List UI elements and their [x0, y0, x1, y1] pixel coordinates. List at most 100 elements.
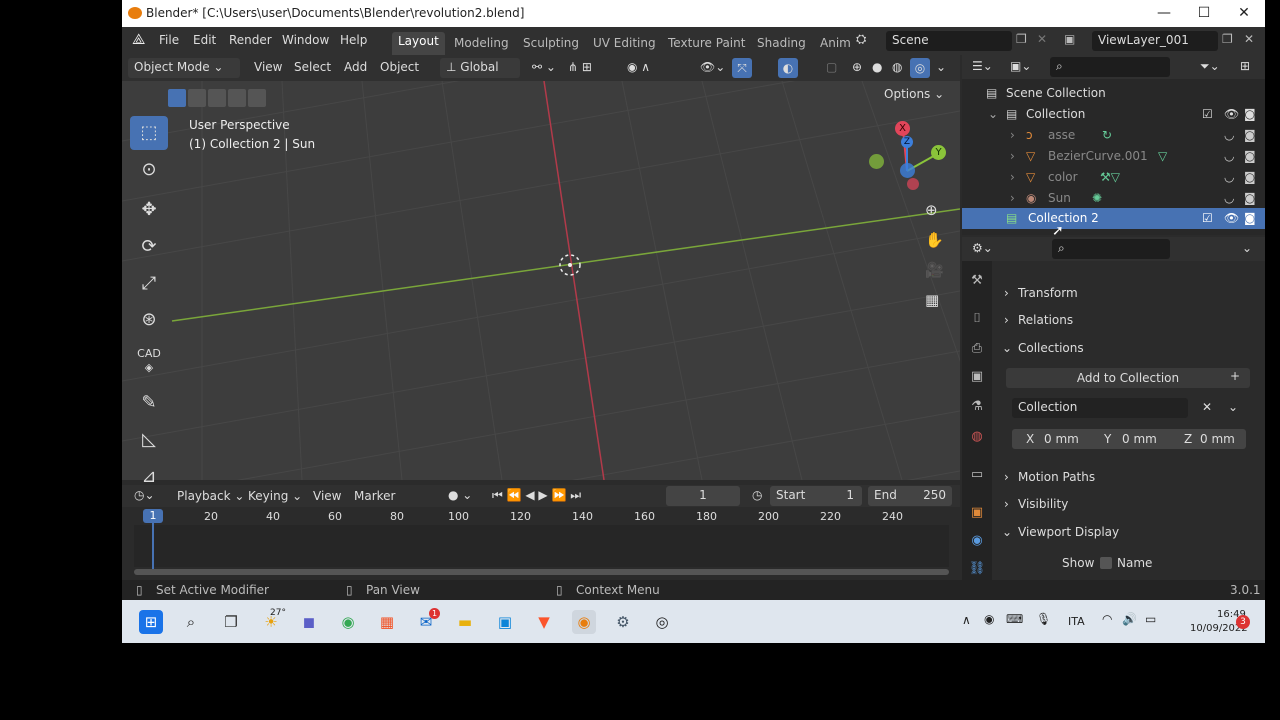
- offset-y-field[interactable]: 0 mm: [1122, 432, 1157, 446]
- store-icon[interactable]: ▦: [375, 610, 399, 634]
- select-invert-icon[interactable]: [228, 89, 246, 107]
- tray-chevron-icon[interactable]: ∧: [962, 613, 971, 627]
- outliner-search-input[interactable]: ⌕: [1050, 57, 1170, 77]
- minimize-button[interactable]: —: [1144, 2, 1184, 24]
- solid-shading-icon[interactable]: ●: [872, 60, 882, 74]
- marker-menu[interactable]: Marker: [354, 489, 395, 503]
- viewport-menu-object[interactable]: Object: [380, 60, 419, 74]
- cursor-tool-icon[interactable]: ⊙: [130, 153, 168, 187]
- checkbox-icon[interactable]: ☑: [1202, 107, 1213, 121]
- language-label[interactable]: ITA: [1068, 615, 1085, 628]
- maximize-button[interactable]: ☐: [1184, 2, 1224, 24]
- gizmo-z[interactable]: Z: [901, 136, 913, 148]
- checkbox-icon[interactable]: ☑: [1202, 211, 1213, 225]
- notification-badge[interactable]: 3: [1236, 615, 1250, 629]
- stopwatch-icon[interactable]: ◷: [752, 488, 762, 502]
- hidden-eye-icon[interactable]: ◡: [1224, 170, 1234, 184]
- outliner-row[interactable]: › ↄ asse ↻ ◡ ◙: [962, 125, 1265, 146]
- tab-texture-paint[interactable]: Texture Paint: [668, 36, 745, 50]
- panel-transform[interactable]: › Transform: [998, 281, 1258, 307]
- editor-type-icon[interactable]: ⚙⌄: [972, 241, 993, 255]
- add-to-collection-button[interactable]: Add to Collection: [1006, 368, 1250, 388]
- windows-start-icon[interactable]: ⊞: [139, 610, 163, 634]
- snap-icon[interactable]: ⋔ ⊞: [568, 60, 592, 74]
- properties-search-input[interactable]: ⌕: [1052, 239, 1170, 259]
- new-collection-icon[interactable]: ⊞: [1240, 59, 1250, 73]
- zoom-icon[interactable]: ⊕: [925, 201, 938, 219]
- visibility-icon[interactable]: 👁⌄: [700, 60, 725, 74]
- end-frame-field[interactable]: End 250: [868, 486, 952, 506]
- remove-collection-icon[interactable]: ✕: [1202, 400, 1212, 414]
- proportional-edit-icon[interactable]: ◉ ∧: [627, 60, 650, 74]
- menu-edit[interactable]: Edit: [193, 33, 216, 47]
- outliner-row[interactable]: › ▽ BezierCurve.001 ▽ ◡ ◙: [962, 146, 1265, 167]
- brave-icon[interactable]: ▼: [532, 610, 556, 634]
- chrome-icon[interactable]: ◉: [336, 610, 360, 634]
- render-camera-icon[interactable]: ◙: [1244, 191, 1256, 205]
- tray-app-icon[interactable]: ◉: [984, 612, 994, 626]
- eye-icon[interactable]: 👁: [1224, 107, 1239, 121]
- panel-collections[interactable]: ⌄ Collections: [998, 336, 1258, 362]
- collection-menu-icon[interactable]: ⌄: [1228, 400, 1238, 414]
- close-button[interactable]: ✕: [1224, 2, 1264, 24]
- keying-menu[interactable]: Keying ⌄: [248, 489, 302, 503]
- outliner-row[interactable]: › ◉ Sun ✺ ◡ ◙: [962, 188, 1265, 209]
- keyframe-area[interactable]: [134, 525, 949, 567]
- scene-icon[interactable]: ⛭: [856, 32, 866, 47]
- add-cube-tool-icon[interactable]: ⊿: [130, 460, 168, 487]
- playback-menu[interactable]: Playback ⌄: [177, 489, 244, 503]
- menu-file[interactable]: File: [159, 33, 179, 47]
- plus-icon[interactable]: +: [1230, 369, 1240, 383]
- view-layer-selector[interactable]: ViewLayer_001: [1092, 31, 1218, 51]
- 3d-viewport[interactable]: User Perspective (1) Collection 2 | Sun …: [122, 81, 960, 480]
- select-extend-icon[interactable]: [188, 89, 206, 107]
- offset-x-field[interactable]: 0 mm: [1044, 432, 1079, 446]
- battery-icon[interactable]: ▭: [1145, 612, 1156, 626]
- navigation-gizmo[interactable]: X Y Z: [867, 116, 957, 206]
- material-shading-icon[interactable]: ◍: [892, 60, 902, 74]
- output-tab-icon[interactable]: ⎙: [967, 341, 987, 361]
- view-layer-icon[interactable]: ▣: [1064, 32, 1075, 46]
- move-tool-icon[interactable]: ✥: [130, 193, 168, 227]
- file-explorer-icon[interactable]: ▬: [453, 610, 477, 634]
- select-intersect-icon[interactable]: [248, 89, 266, 107]
- delete-scene-icon[interactable]: ✕: [1037, 32, 1047, 46]
- pivot-icon[interactable]: ⚯ ⌄: [532, 60, 556, 74]
- playback-controls[interactable]: ⏮ ⏪ ◀ ▶ ⏩ ⏭: [492, 488, 581, 503]
- render-camera-icon[interactable]: ◙: [1244, 170, 1256, 184]
- hidden-eye-icon[interactable]: ◡: [1224, 149, 1234, 163]
- tab-layout[interactable]: Layout: [392, 32, 445, 55]
- annotate-tool-icon[interactable]: ✎: [130, 386, 168, 420]
- scale-tool-icon[interactable]: ⤢: [130, 267, 168, 301]
- collection-name-field[interactable]: Collection: [1012, 398, 1188, 418]
- new-scene-icon[interactable]: ❐: [1016, 32, 1027, 46]
- menu-window[interactable]: Window: [282, 33, 329, 47]
- tab-sculpting[interactable]: Sculpting: [523, 36, 579, 50]
- record-icon[interactable]: ● ⌄: [448, 488, 472, 502]
- panel-visibility[interactable]: › Visibility: [998, 492, 1258, 518]
- gizmo-neg-y[interactable]: [869, 154, 884, 169]
- xray-icon[interactable]: ▢: [826, 60, 837, 74]
- app-icon[interactable]: ▣: [493, 610, 517, 634]
- gizmo-neg-z[interactable]: [900, 163, 915, 178]
- task-view-icon[interactable]: ❐: [219, 610, 243, 634]
- delete-view-layer-icon[interactable]: ✕: [1244, 32, 1254, 46]
- view-layer-tab-icon[interactable]: ▣: [967, 369, 987, 389]
- current-frame-field[interactable]: 1: [666, 486, 740, 506]
- gizmo-x[interactable]: X: [895, 121, 910, 136]
- show-name-checkbox[interactable]: [1100, 557, 1112, 569]
- start-frame-field[interactable]: Start 1: [770, 486, 862, 506]
- editor-type-icon[interactable]: ☰⌄: [972, 59, 993, 73]
- panel-viewport-display[interactable]: ⌄ Viewport Display: [998, 520, 1258, 546]
- outliner-row-scene-collection[interactable]: ▤ Scene Collection: [962, 83, 1265, 104]
- viewport-menu-view[interactable]: View: [254, 60, 282, 74]
- wifi-icon[interactable]: ◠: [1102, 612, 1112, 626]
- microphone-icon[interactable]: 🎙: [1036, 612, 1051, 626]
- perspective-grid-icon[interactable]: ▦: [925, 291, 939, 309]
- transform-tool-icon[interactable]: ⊛: [130, 303, 168, 337]
- eye-icon[interactable]: 👁: [1224, 211, 1239, 225]
- expand-arrow-icon[interactable]: ›: [1010, 170, 1015, 184]
- overlay-toggle-icon[interactable]: ◐: [778, 58, 798, 78]
- filter-icon[interactable]: ⏷⌄: [1200, 59, 1220, 74]
- keyboard-icon[interactable]: ⌨: [1006, 612, 1023, 626]
